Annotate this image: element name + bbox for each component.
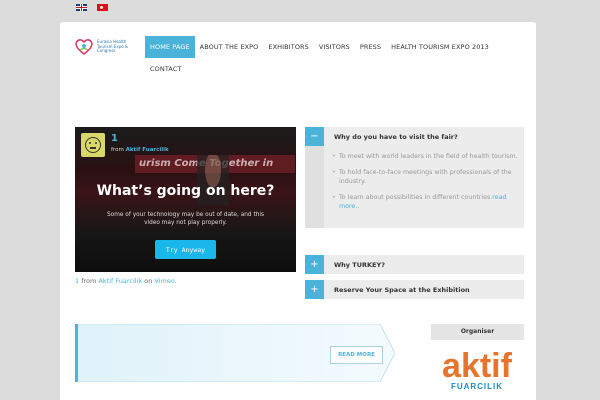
main-nav: HOME PAGE ABOUT THE EXPO EXHIBITORS VISI…	[145, 36, 505, 80]
aktif-logo-primary: aktif	[442, 347, 513, 385]
accordion-panel-visit: − Why do you have to visit the fair? To …	[305, 127, 524, 228]
nav-item-home[interactable]: HOME PAGE	[145, 36, 195, 58]
call-to-action-banner: READ MORE	[75, 324, 395, 382]
accordion-title[interactable]: Why TURKEY?	[324, 261, 385, 269]
video-byline-prefix: from	[111, 147, 124, 153]
flag-uk-icon[interactable]	[76, 4, 87, 11]
avatar[interactable]	[81, 133, 105, 157]
accordion-header-visit[interactable]: − Why do you have to visit the fair?	[305, 127, 524, 146]
nav-item-visitors[interactable]: VISITORS	[314, 36, 355, 58]
video-error-heading: What’s going on here?	[96, 183, 275, 199]
read-more-button[interactable]: READ MORE	[330, 346, 383, 364]
aktif-logo[interactable]: aktif FUARCILIK	[431, 342, 524, 392]
accordion-title[interactable]: Why do you have to visit the fair?	[324, 133, 458, 141]
accordion-panel-turkey: + Why TURKEY?	[305, 255, 524, 274]
list-item: To learn about possibilities in differen…	[332, 193, 518, 212]
accordion-header-turkey[interactable]: + Why TURKEY?	[305, 255, 524, 274]
logo-text: Eurasia Health Tourism Expo & Congress	[97, 39, 129, 54]
accordion-body-visit: To meet with world leaders in the field …	[305, 146, 524, 228]
nav-item-health-tourism-expo[interactable]: HEALTH TOURISM EXPO 2013	[386, 36, 494, 58]
organiser-label: Organiser	[431, 324, 524, 340]
list-item: To hold face-to-face meetings with profe…	[332, 168, 518, 187]
video-byline: from Aktif Fuarcilik	[111, 147, 169, 153]
caption-video-link[interactable]: 1	[75, 277, 79, 285]
caption-vimeo-link[interactable]: Vimeo	[154, 277, 174, 285]
nav-item-contact[interactable]: CONTACT	[145, 58, 187, 80]
video-title[interactable]: 1	[111, 133, 118, 144]
plus-icon[interactable]: +	[305, 280, 324, 299]
aktif-logo-secondary: FUARCILIK	[451, 382, 503, 391]
video-player[interactable]: urism Come Together in 1 from Aktif Fuar…	[75, 127, 296, 272]
language-switcher	[76, 4, 108, 11]
flag-tr-icon[interactable]	[97, 4, 108, 11]
nav-item-about[interactable]: ABOUT THE EXPO	[195, 36, 264, 58]
caption-period: .	[174, 277, 177, 285]
accordion-panel-reserve: + Reserve Your Space at the Exhibition	[305, 280, 524, 299]
plus-icon[interactable]: +	[305, 255, 324, 274]
list-item-text: To learn about possibilities in differen…	[339, 193, 493, 201]
accordion-header-reserve[interactable]: + Reserve Your Space at the Exhibition	[305, 280, 524, 299]
minus-icon[interactable]: −	[305, 127, 324, 146]
page-container: Eurasia Health Tourism Expo & Congress H…	[60, 22, 536, 400]
list-item: To meet with world leaders in the field …	[332, 152, 518, 162]
caption-on: on	[144, 277, 153, 285]
accordion-title[interactable]: Reserve Your Space at the Exhibition	[324, 286, 470, 294]
smiley-icon	[85, 137, 101, 153]
reasons-list: To meet with world leaders in the field …	[324, 146, 524, 228]
caption-from: from	[81, 277, 97, 285]
video-caption: 1 from Aktif Fuarcilik on Vimeo.	[75, 277, 177, 285]
caption-author-link[interactable]: Aktif Fuarcilik	[98, 277, 142, 285]
video-author-link[interactable]: Aktif Fuarcilik	[126, 147, 169, 153]
video-error-message: Some of your technology may be out of da…	[106, 212, 265, 226]
nav-item-press[interactable]: PRESS	[355, 36, 386, 58]
logo-heart-icon	[75, 39, 93, 56]
nav-item-exhibitors[interactable]: EXHIBITORS	[263, 36, 313, 58]
try-anyway-button[interactable]: Try Anyway	[155, 240, 216, 259]
site-logo[interactable]: Eurasia Health Tourism Expo & Congress	[74, 38, 139, 56]
